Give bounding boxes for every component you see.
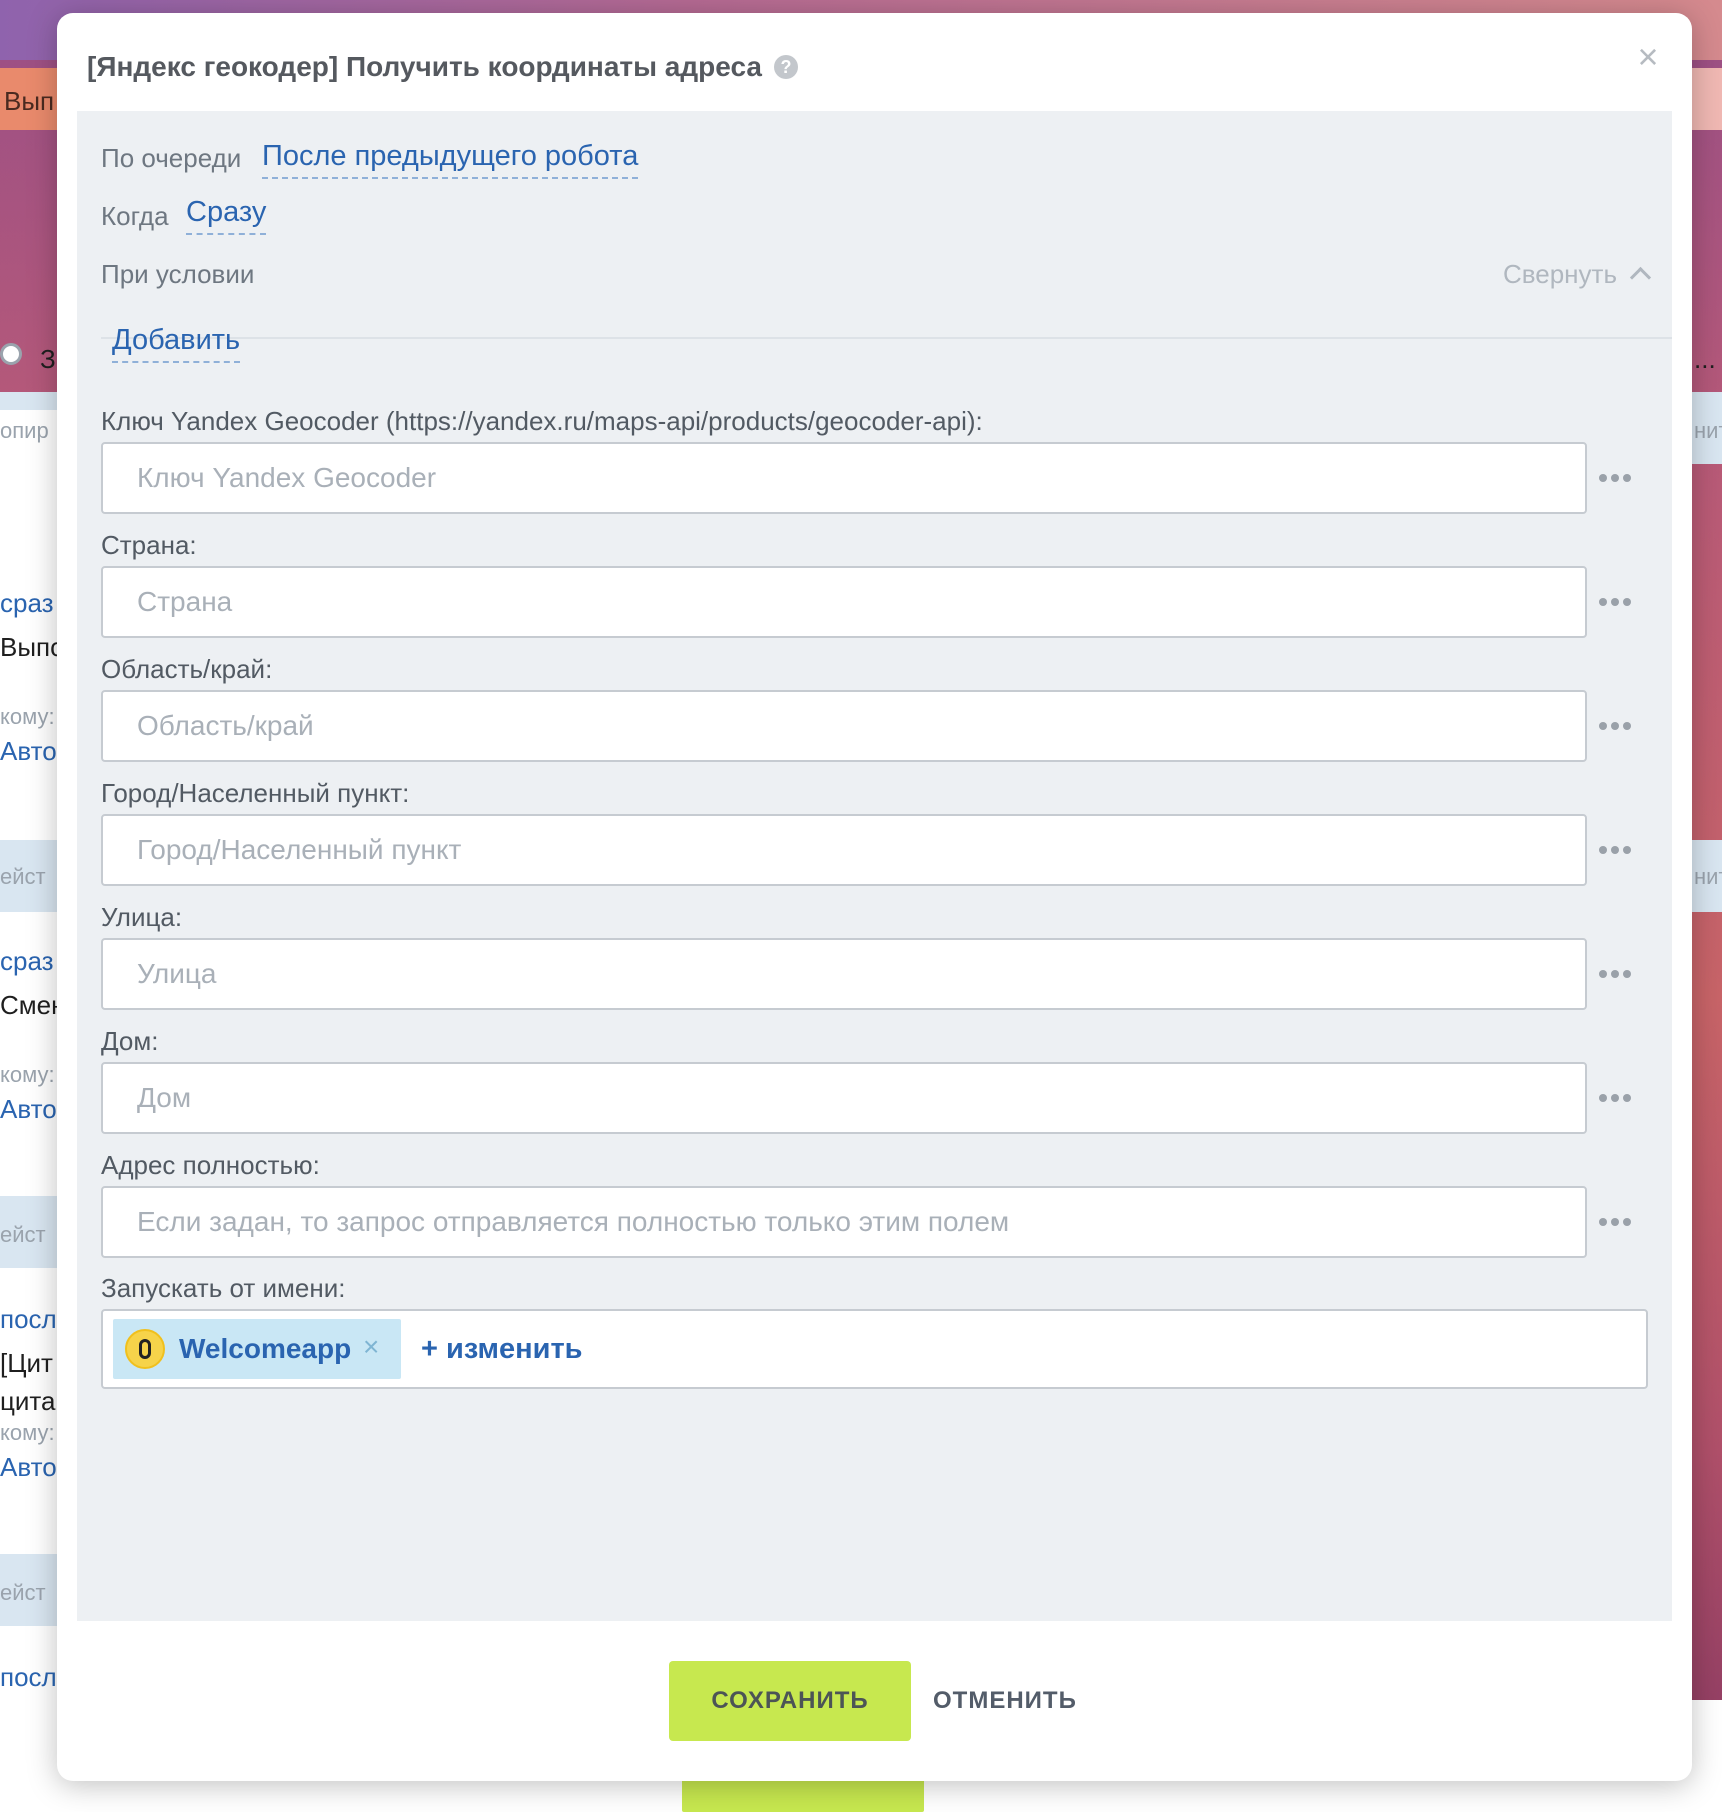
full-address-label: Адрес полностью:	[101, 1150, 320, 1180]
region-label: Область/край:	[101, 654, 273, 684]
city-label: Город/Населенный пункт:	[101, 778, 410, 808]
background-text: кому:	[0, 704, 55, 729]
condition-divider	[101, 337, 1672, 339]
queue-value-link[interactable]: После предыдущего робота	[262, 140, 639, 179]
user-name: Welcomeapp	[179, 1333, 352, 1364]
background-text: цита	[0, 1386, 56, 1416]
country-more-icon[interactable]	[1599, 593, 1643, 613]
question-circle-icon[interactable]: ?	[773, 55, 798, 79]
background-text: кому:	[0, 1420, 55, 1445]
background-text: ейст	[0, 1222, 46, 1247]
change-user-link[interactable]: + изменить	[421, 1333, 582, 1366]
background-link: посл	[0, 1304, 57, 1334]
background-text: ейст	[0, 864, 46, 889]
save-button[interactable]: СОХРАНИТЬ	[669, 1661, 911, 1741]
background-text: кому:	[0, 1062, 55, 1087]
when-label: Когда	[101, 201, 169, 231]
remove-user-icon[interactable]: ×	[363, 1331, 379, 1363]
background-text: ...	[1694, 344, 1716, 374]
house-label: Дом:	[101, 1026, 159, 1056]
region-more-icon[interactable]	[1599, 717, 1643, 737]
city-input[interactable]	[101, 814, 1587, 886]
close-icon[interactable]: ×	[1632, 39, 1664, 75]
background-text: [Цит	[0, 1348, 53, 1378]
country-label: Страна:	[101, 530, 197, 560]
street-input[interactable]	[101, 938, 1587, 1010]
cancel-button[interactable]: ОТМЕНИТЬ	[927, 1661, 1077, 1741]
api-key-input[interactable]	[101, 442, 1587, 514]
background-link: Авто	[0, 1094, 57, 1124]
background-link: сраз	[0, 946, 54, 976]
run-as-selector: Welcomeapp × + изменить	[101, 1309, 1648, 1389]
background-link: Авто	[0, 736, 57, 766]
user-chip: Welcomeapp ×	[113, 1319, 401, 1379]
background-link: сраз	[0, 588, 54, 618]
when-value-link[interactable]: Сразу	[186, 196, 267, 235]
background-text: Выпо	[0, 632, 65, 662]
robot-settings-dialog: [Яндекс геокодер] Получить координаты ад…	[57, 13, 1692, 1781]
background-text: нит	[1694, 864, 1722, 889]
background-link: посл	[0, 1662, 57, 1692]
background-status-icon	[0, 343, 22, 365]
background-text: опир	[0, 418, 49, 443]
dialog-title: [Яндекс геокодер] Получить координаты ад…	[87, 51, 798, 83]
add-condition-link[interactable]: Добавить	[112, 324, 241, 363]
full-address-input[interactable]	[101, 1186, 1587, 1258]
background-text: З	[40, 344, 56, 374]
background-text: нит	[1694, 418, 1722, 443]
chevron-up-icon	[1629, 266, 1652, 289]
full-address-more-icon[interactable]	[1599, 1213, 1643, 1233]
api-key-more-icon[interactable]	[1599, 469, 1643, 489]
city-more-icon[interactable]	[1599, 841, 1643, 861]
background-text: Вып	[4, 86, 55, 116]
region-input[interactable]	[101, 690, 1587, 762]
collapse-label: Свернуть	[1502, 259, 1617, 289]
settings-panel: По очереди После предыдущего робота Когд…	[77, 111, 1672, 1621]
avatar	[125, 1329, 165, 1369]
street-more-icon[interactable]	[1599, 965, 1643, 985]
background-link: Авто	[0, 1452, 57, 1482]
house-more-icon[interactable]	[1599, 1089, 1643, 1109]
queue-label: По очереди	[101, 143, 242, 173]
api-key-label: Ключ Yandex Geocoder (https://yandex.ru/…	[101, 406, 983, 436]
collapse-toggle[interactable]: Свернуть	[1502, 259, 1652, 290]
background-text: ейст	[0, 1580, 46, 1605]
condition-label: При условии	[101, 259, 255, 289]
background-text: Смен	[0, 990, 66, 1020]
country-input[interactable]	[101, 566, 1587, 638]
dialog-title-text: [Яндекс геокодер] Получить координаты ад…	[87, 51, 762, 82]
run-as-label: Запускать от имени:	[101, 1273, 346, 1303]
street-label: Улица:	[101, 902, 183, 932]
house-input[interactable]	[101, 1062, 1587, 1134]
